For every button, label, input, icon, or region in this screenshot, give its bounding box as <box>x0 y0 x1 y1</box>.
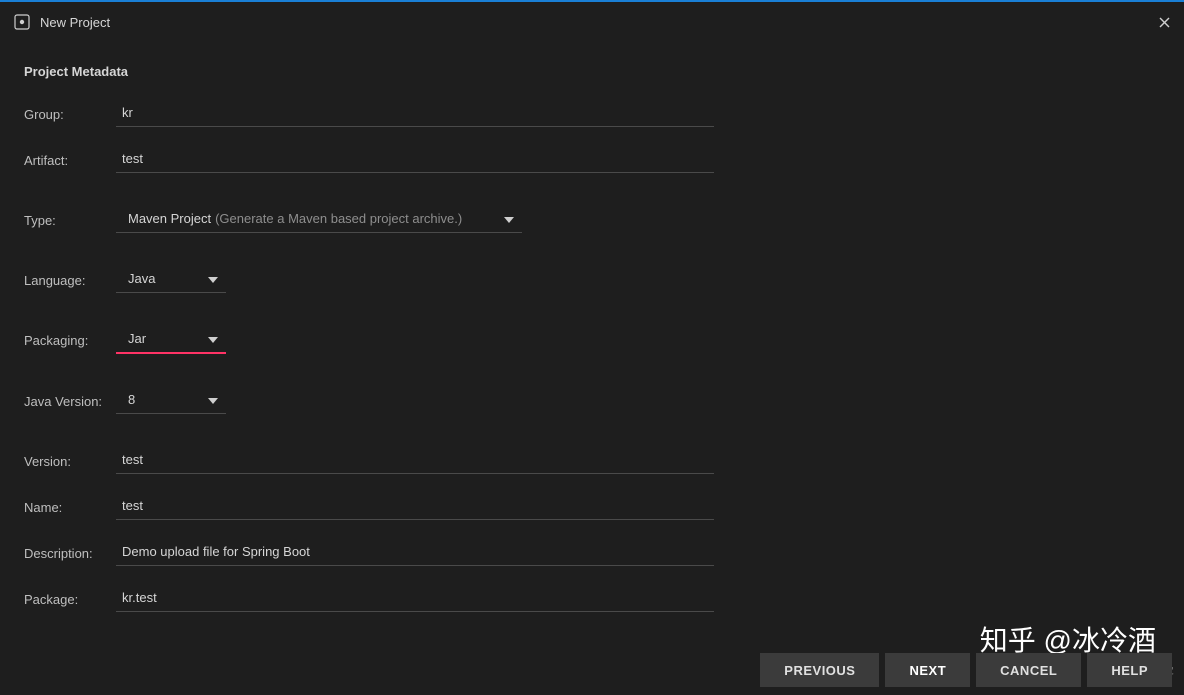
next-button[interactable]: NEXT <box>885 653 970 687</box>
row-group: Group: <box>24 101 1164 127</box>
help-button[interactable]: HELP <box>1087 653 1172 687</box>
select-java-version-value: 8 <box>128 392 135 407</box>
title-bar: New Project <box>0 2 1184 42</box>
select-type-hint: (Generate a Maven based project archive.… <box>215 211 462 226</box>
label-type: Type: <box>24 213 116 228</box>
row-description: Description: <box>24 540 1164 566</box>
input-group[interactable] <box>116 101 714 127</box>
content-area: Project Metadata Group: Artifact: Type: … <box>0 42 1184 612</box>
input-artifact[interactable] <box>116 147 714 173</box>
row-artifact: Artifact: <box>24 147 1164 173</box>
label-group: Group: <box>24 107 116 122</box>
input-package[interactable] <box>116 586 714 612</box>
label-java-version: Java Version: <box>24 394 116 409</box>
row-package: Package: <box>24 586 1164 612</box>
select-packaging[interactable]: Jar <box>116 327 226 354</box>
row-name: Name: <box>24 494 1164 520</box>
close-button[interactable] <box>1144 2 1184 42</box>
footer-buttons: PREVIOUS NEXT CANCEL HELP <box>760 653 1172 687</box>
label-package: Package: <box>24 592 116 607</box>
cancel-button[interactable]: CANCEL <box>976 653 1081 687</box>
chevron-down-icon <box>208 337 218 343</box>
previous-button[interactable]: PREVIOUS <box>760 653 879 687</box>
label-name: Name: <box>24 500 116 515</box>
label-packaging: Packaging: <box>24 333 116 348</box>
input-version[interactable] <box>116 448 714 474</box>
app-icon <box>14 14 30 30</box>
label-description: Description: <box>24 546 116 561</box>
row-language: Language: Java <box>24 267 1164 293</box>
input-name[interactable] <box>116 494 714 520</box>
chevron-down-icon <box>208 398 218 404</box>
window-title: New Project <box>40 15 110 30</box>
chevron-down-icon <box>504 217 514 223</box>
select-language-value: Java <box>128 271 155 286</box>
select-packaging-value: Jar <box>128 331 146 346</box>
row-packaging: Packaging: Jar <box>24 327 1164 354</box>
input-description[interactable] <box>116 540 714 566</box>
select-type[interactable]: Maven Project (Generate a Maven based pr… <box>116 207 522 233</box>
section-header: Project Metadata <box>24 64 1164 79</box>
row-version: Version: <box>24 448 1164 474</box>
select-language[interactable]: Java <box>116 267 226 293</box>
label-artifact: Artifact: <box>24 153 116 168</box>
select-java-version[interactable]: 8 <box>116 388 226 414</box>
label-version: Version: <box>24 454 116 469</box>
label-language: Language: <box>24 273 116 288</box>
select-type-value: Maven Project <box>128 211 211 226</box>
chevron-down-icon <box>208 277 218 283</box>
row-java-version: Java Version: 8 <box>24 388 1164 414</box>
row-type: Type: Maven Project (Generate a Maven ba… <box>24 207 1164 233</box>
